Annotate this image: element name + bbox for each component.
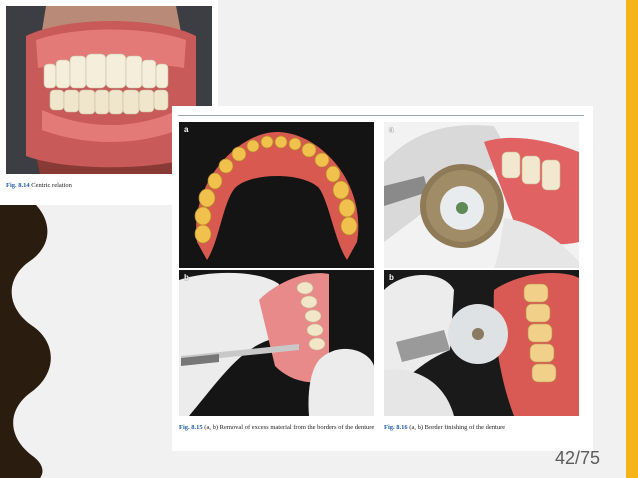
panel-letter: a	[184, 125, 189, 134]
slide-number: 42/75	[554, 448, 600, 468]
photo-panel-2: a	[384, 122, 579, 268]
figure-caption-border-removal: Fig. 8.15 (a, b) Removal of excess mater…	[179, 424, 379, 432]
figure-caption-text: (a, b) Removal of excess material from t…	[204, 424, 375, 431]
panel-letter: b	[184, 273, 189, 282]
panel-letter: b	[389, 273, 394, 282]
figure-caption-text: Centric relation	[31, 182, 72, 189]
figure-caption-text: (a, b) Border finishing of the denture	[409, 424, 506, 431]
accent-bar	[626, 0, 638, 478]
figure-number: Fig. 8.15	[179, 424, 203, 431]
decorative-wave-band	[0, 195, 51, 478]
photo-panel-3: b	[179, 270, 374, 416]
photo-panel-1: a	[179, 122, 374, 268]
photo-panel-4: b	[384, 270, 579, 416]
slide: { "slide": { "page_number": "42/75", "ac…	[0, 0, 638, 478]
divider	[178, 115, 584, 116]
figure-caption-border-finishing: Fig. 8.16 (a, b) Border finishing of the…	[384, 424, 584, 432]
figure-number: Fig. 8.14	[6, 182, 30, 189]
figure-number: Fig. 8.16	[384, 424, 408, 431]
panel-letter: a	[389, 125, 394, 134]
figure-card-denture-finishing: a a b b Fig. 8.15 (a, b) Removal of exce…	[172, 106, 593, 451]
